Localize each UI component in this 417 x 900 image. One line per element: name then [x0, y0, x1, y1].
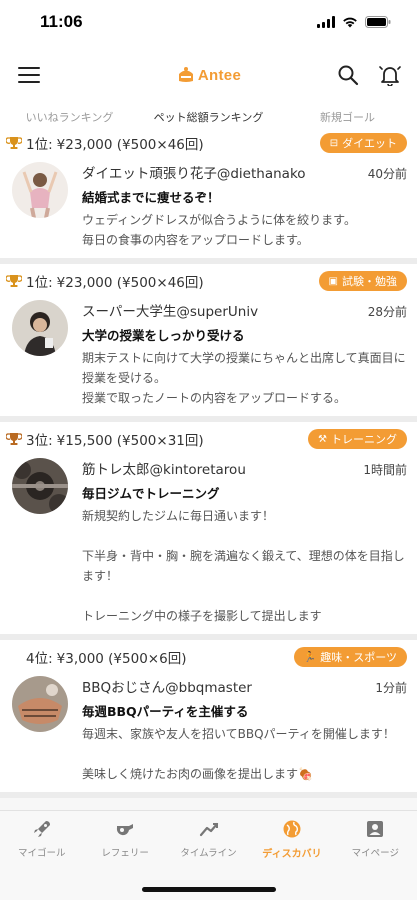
ranking-card[interactable]: 1位: ¥23,000 (¥500×46回) ⊟ ダイエット ダイエット頑張り花…	[0, 126, 417, 264]
rank-label: 4位: ¥3,000 (¥500×6回)	[6, 647, 186, 667]
goal-title: 大学の授業をしっかり受ける	[82, 328, 245, 343]
nav-my-page[interactable]: マイページ	[334, 819, 417, 900]
goal-title: 毎週BBQパーティを主催する	[82, 704, 249, 719]
category-badge[interactable]: ⚒ トレーニング	[308, 429, 407, 449]
scale-icon: ⊟	[329, 137, 339, 149]
nav-label: ディスカバリ	[262, 849, 322, 860]
goal-title: 結婚式までに痩せるぞ！	[82, 190, 220, 205]
logo-text: Antee	[197, 66, 242, 84]
avatar[interactable]	[12, 458, 68, 514]
goal-description: 毎週末、家族や友人を招いてBBQパーティを開催します！ 美味しく焼けたお肉の画像…	[82, 727, 395, 781]
running-icon: 🏃	[303, 651, 317, 663]
wifi-icon	[342, 16, 358, 28]
user-name[interactable]: BBQおじさん@bbqmaster	[82, 676, 252, 696]
ranking-feed[interactable]: 1位: ¥23,000 (¥500×46回) ⊟ ダイエット ダイエット頑張り花…	[0, 126, 417, 810]
post-time: 1分前	[375, 681, 407, 695]
status-bar: 11:06	[0, 0, 417, 44]
goal-description: 期末テストに向けて大学の授業にちゃんと出席して真面目に授業を受ける。 授業で取っ…	[82, 351, 406, 405]
category-label: ダイエット	[342, 137, 397, 150]
post-time: 1時間前	[363, 463, 407, 477]
rank-label: 3位: ¥15,500 (¥500×31回)	[6, 429, 204, 449]
whistle-icon	[117, 824, 134, 836]
nav-label: レフェリー	[101, 848, 149, 859]
goal-description: ウェディングドレスが似合うように体を絞ります。 毎日の食事の内容をアップロードし…	[82, 213, 356, 247]
goal-description: 新規契約したジムに毎日通います！ 下半身・背中・胸・腕を満遍なく鍛えて、理想の体…	[82, 509, 405, 623]
home-indicator	[141, 887, 276, 892]
rank-position: 1位:	[26, 137, 53, 153]
category-label: トレーニング	[331, 433, 397, 446]
category-label: 趣味・スポーツ	[320, 651, 397, 664]
nav-label: マイページ	[351, 848, 399, 859]
nav-label: タイムライン	[180, 848, 237, 859]
pet-amount: ¥15,500 (¥500×31回)	[56, 433, 204, 449]
user-name[interactable]: ダイエット頑張り花子@diethanako	[82, 162, 306, 182]
dumbbell-icon: ⚒	[318, 433, 327, 445]
person-icon	[367, 821, 384, 837]
category-badge[interactable]: ▣ 試験・勉強	[318, 271, 407, 291]
post-time: 40分前	[367, 167, 407, 181]
ranking-card[interactable]: 3位: ¥15,500 (¥500×31回) ⚒ トレーニング 筋トレ太郎@ki…	[0, 422, 417, 640]
goal-title: 毎日ジムでトレーニング	[82, 486, 220, 501]
rank-position: 3位:	[26, 433, 53, 449]
user-name[interactable]: 筋トレ太郎@kintoretarou	[82, 458, 246, 478]
antee-logo-icon	[178, 67, 193, 82]
rank-label: 1位: ¥23,000 (¥500×46回)	[6, 271, 204, 291]
rank-label: 1位: ¥23,000 (¥500×46回)	[6, 133, 204, 153]
book-icon: ▣	[328, 275, 338, 287]
trend-icon	[199, 822, 218, 837]
bottom-navigation: マイゴール レフェリー タイムライン ディスカバリ マイページ	[0, 810, 417, 900]
ranking-card[interactable]: 1位: ¥23,000 (¥500×46回) ▣ 試験・勉強 スーパー大学生@s…	[0, 264, 417, 422]
post-time: 28分前	[367, 305, 407, 319]
status-icons	[317, 16, 391, 28]
battery-icon	[365, 16, 391, 28]
trophy-icon	[6, 433, 22, 445]
avatar[interactable]	[12, 162, 68, 218]
app-logo: Antee	[176, 66, 241, 84]
app-header: Antee	[0, 44, 417, 106]
pet-amount: ¥23,000 (¥500×46回)	[56, 275, 204, 291]
nav-label: マイゴール	[17, 848, 66, 859]
avatar[interactable]	[12, 676, 68, 732]
status-time: 11:06	[40, 12, 83, 31]
category-badge[interactable]: ⊟ ダイエット	[319, 133, 407, 153]
user-name[interactable]: スーパー大学生@superUniv	[82, 300, 258, 320]
rocket-icon	[33, 821, 50, 837]
nav-my-goal[interactable]: マイゴール	[0, 819, 83, 900]
globe-icon	[283, 820, 301, 838]
rank-position: 1位:	[26, 275, 53, 291]
pet-amount: ¥23,000 (¥500×46回)	[56, 137, 204, 153]
trophy-icon	[6, 137, 22, 149]
rank-position: 4位:	[26, 651, 53, 667]
signal-icon	[317, 16, 335, 28]
trophy-icon	[6, 275, 22, 287]
search-icon[interactable]	[337, 64, 359, 86]
pet-amount: ¥3,000 (¥500×6回)	[56, 651, 187, 667]
bell-icon[interactable]	[379, 64, 401, 86]
hamburger-menu-icon[interactable]	[18, 67, 40, 83]
ranking-card[interactable]: 4位: ¥3,000 (¥500×6回) 🏃 趣味・スポーツ BBQおじさん@b…	[0, 640, 417, 798]
category-badge[interactable]: 🏃 趣味・スポーツ	[293, 647, 407, 667]
avatar[interactable]	[12, 300, 68, 356]
category-label: 試験・勉強	[342, 275, 397, 288]
